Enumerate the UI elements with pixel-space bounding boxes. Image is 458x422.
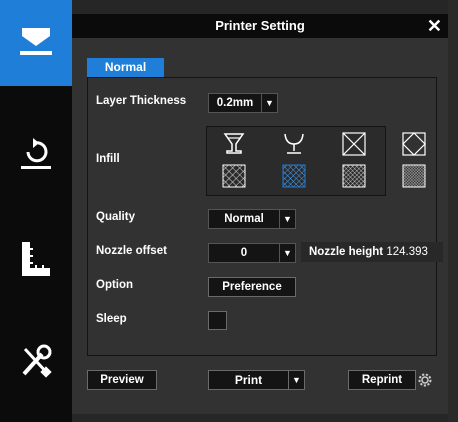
x-box-icon xyxy=(342,132,366,156)
medium-grid-icon-selected xyxy=(282,164,306,188)
goblet-icon xyxy=(223,133,245,154)
reset-tool[interactable] xyxy=(0,130,72,180)
print-settings-tool[interactable] xyxy=(0,0,86,86)
nozzle-height-label: Nozzle height xyxy=(309,246,384,258)
rotate-icon xyxy=(21,138,51,169)
tab-normal[interactable]: Normal xyxy=(87,58,164,77)
chevron-down-icon: ▼ xyxy=(279,210,295,228)
nozzle-offset-label: Nozzle offset xyxy=(96,245,167,257)
infill-option-x-box[interactable] xyxy=(341,131,367,157)
nozzle-offset-value: 0 xyxy=(240,247,248,259)
solid-grid-icon xyxy=(402,164,426,188)
infill-option-sparse[interactable] xyxy=(221,163,247,189)
layer-thickness-label: Layer Thickness xyxy=(96,95,187,107)
nozzle-offset-dropdown[interactable]: 0 ▼ xyxy=(208,243,296,263)
settings-panel: Layer Thickness 0.2mm ▼ Infill Quality N… xyxy=(87,77,443,356)
quality-value: Normal xyxy=(224,213,264,225)
infill-option-solid[interactable] xyxy=(401,163,427,189)
sleep-checkbox[interactable] xyxy=(208,311,227,330)
ruler-icon xyxy=(22,242,50,276)
reprint-button[interactable]: Reprint xyxy=(348,370,416,390)
layer-thickness-value: 0.2mm xyxy=(216,97,254,109)
option-label: Option xyxy=(96,279,134,291)
print-options-chevron-icon[interactable]: ▼ xyxy=(288,371,304,389)
vase-icon xyxy=(284,133,304,154)
infill-selector xyxy=(206,126,426,196)
measure-tool[interactable] xyxy=(0,234,72,284)
reprint-settings-gear-icon[interactable] xyxy=(416,371,434,389)
printer-setting-dialog: Printer Setting ✕ Normal Layer Thickness… xyxy=(72,14,448,414)
print-button[interactable]: Print xyxy=(209,371,288,389)
background-edge xyxy=(448,0,458,422)
dialog-title: Printer Setting xyxy=(215,18,305,33)
infill-option-diamond-box[interactable] xyxy=(401,131,427,157)
print-split-button: Print ▼ xyxy=(208,370,305,390)
preference-button[interactable]: Preference xyxy=(208,277,296,297)
infill-option-vase[interactable] xyxy=(281,131,307,157)
quality-dropdown[interactable]: Normal ▼ xyxy=(208,209,296,229)
infill-option-medium[interactable] xyxy=(281,163,307,189)
diamond-box-icon xyxy=(402,132,426,156)
dialog-titlebar: Printer Setting ✕ xyxy=(72,14,448,38)
sparse-grid-icon xyxy=(222,164,246,188)
quality-label: Quality xyxy=(96,211,135,223)
print-nozzle-icon xyxy=(20,28,52,55)
close-button[interactable]: ✕ xyxy=(427,15,442,37)
chevron-down-icon: ▼ xyxy=(261,94,277,112)
sleep-label: Sleep xyxy=(96,313,127,325)
nozzle-height-readout: Nozzle height 124.393 xyxy=(301,242,443,262)
infill-option-dense[interactable] xyxy=(341,163,367,189)
left-toolbar xyxy=(0,0,86,422)
nozzle-height-value: 124.393 xyxy=(386,246,428,258)
chevron-down-icon: ▼ xyxy=(279,244,295,262)
gear-icon xyxy=(418,373,432,387)
preview-button[interactable]: Preview xyxy=(87,370,157,390)
tools-tool[interactable] xyxy=(0,336,72,388)
infill-option-goblet[interactable] xyxy=(221,131,247,157)
dense-grid-icon xyxy=(342,164,366,188)
infill-label: Infill xyxy=(96,153,120,165)
layer-thickness-dropdown[interactable]: 0.2mm ▼ xyxy=(208,93,278,113)
wrench-screwdriver-icon xyxy=(22,344,52,378)
